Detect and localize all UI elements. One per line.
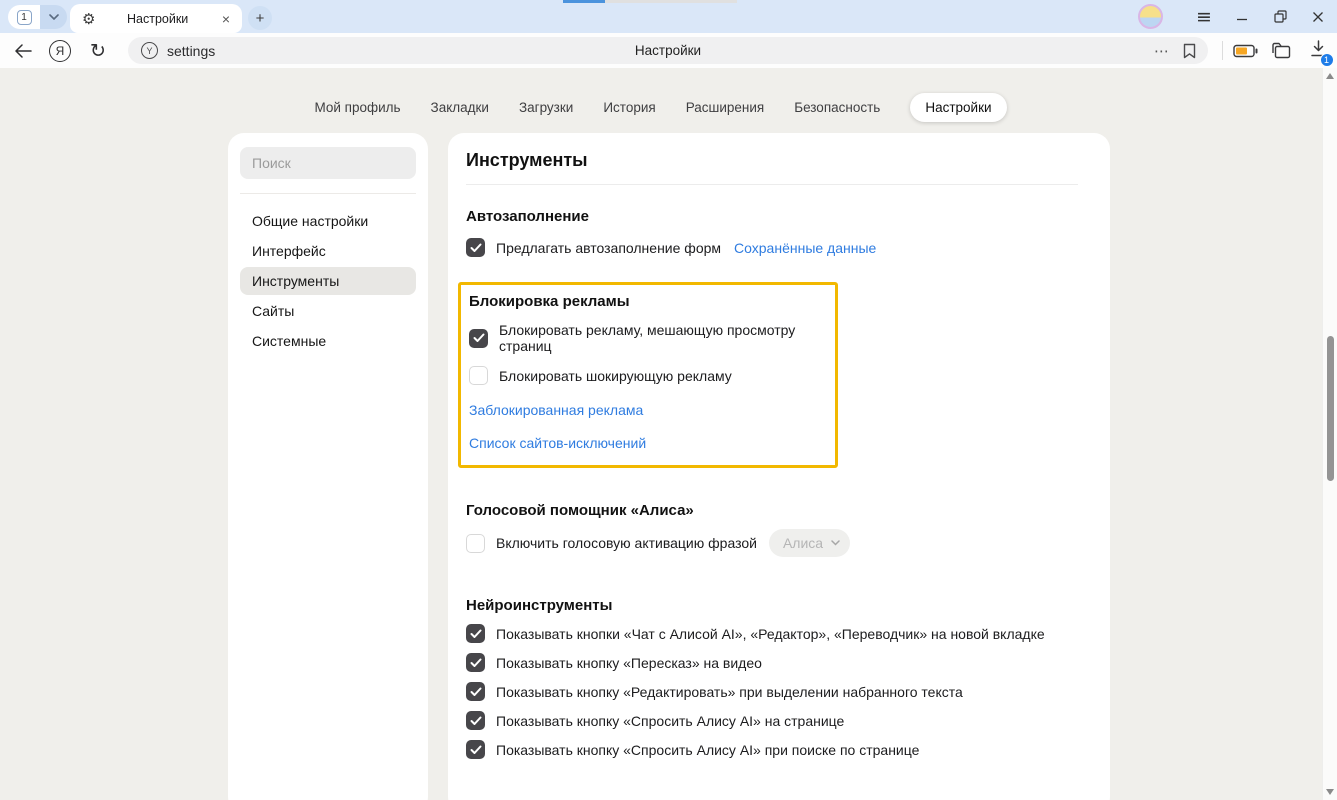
sidebar-item-tools[interactable]: Инструменты [240,267,416,295]
adblock-highlight-box: Блокировка рекламы Блокировать рекламу, … [458,282,838,468]
sidebar-item-general[interactable]: Общие настройки [240,206,416,236]
adblock-shocking-label: Блокировать шокирующую рекламу [499,368,732,384]
tab-loading-track [605,0,737,3]
sidebar-item-system[interactable]: Системные [240,326,416,356]
title-divider [466,184,1078,185]
nav-tab-security[interactable]: Безопасность [794,93,880,122]
more-actions-icon[interactable]: ⋯ [1154,42,1169,60]
alice-phrase-dropdown[interactable]: Алиса [769,529,850,557]
tab-count-badge: 1 [17,10,32,25]
yandex-logo-icon: Я [49,40,71,62]
close-window-button[interactable] [1299,0,1337,33]
hamburger-icon: ≡ [1196,6,1212,28]
neuro-ask-alice-search-checkbox[interactable] [466,740,485,759]
adblock-intrusive-checkbox[interactable] [469,329,488,348]
reload-button[interactable]: ↻ [84,33,112,68]
nav-tab-history[interactable]: История [603,93,655,122]
check-icon [470,716,482,726]
chevron-down-icon [831,540,840,546]
nav-tab-profile[interactable]: Мой профиль [314,93,400,122]
check-icon [473,333,485,343]
blocked-ads-link[interactable]: Заблокированная реклама [469,402,825,418]
reload-icon: ↻ [90,40,106,62]
neuro-edit-selection-checkbox[interactable] [466,682,485,701]
collections-button[interactable] [1266,33,1296,68]
battery-saver-button[interactable] [1230,33,1260,68]
address-bar[interactable]: Y settings Настройки ⋯ [128,37,1208,64]
check-icon [470,658,482,668]
collections-icon [1271,42,1291,59]
settings-content: Инструменты Автозаполнение Предлагать ав… [448,133,1110,800]
menu-button[interactable]: ≡ [1185,0,1223,33]
search-input[interactable] [240,147,416,179]
restore-icon [1274,10,1287,23]
sidebar-item-sites[interactable]: Сайты [240,296,416,326]
check-icon [470,629,482,639]
scroll-up-arrow[interactable] [1326,73,1334,79]
avatar[interactable] [1138,4,1163,29]
new-tab-button[interactable]: + [248,6,272,30]
minimize-icon [1236,11,1248,23]
check-icon [470,687,482,697]
close-icon [1312,11,1324,23]
tab-close-icon[interactable]: × [220,11,232,27]
gear-icon: ⚙ [82,10,95,28]
address-url: settings [167,43,215,59]
alice-heading: Голосовой помощник «Алиса» [466,502,1078,519]
scroll-down-arrow[interactable] [1326,789,1334,795]
scrollbar-thumb[interactable] [1327,336,1334,481]
autofill-heading: Автозаполнение [466,208,1078,225]
nav-tab-downloads[interactable]: Загрузки [519,93,573,122]
adblock-intrusive-label: Блокировать рекламу, мешающую просмотру … [499,322,825,354]
nav-tab-bookmarks[interactable]: Закладки [431,93,489,122]
check-icon [470,745,482,755]
bookmark-icon[interactable] [1183,43,1196,59]
toolbar-divider [1222,41,1223,60]
alice-activation-label: Включить голосовую активацию фразой [496,535,757,551]
saved-data-link[interactable]: Сохранённые данные [734,240,876,256]
settings-nav: Мой профиль Закладки Загрузки История Ра… [0,93,1321,122]
tab-strip: 1 ⚙ Настройки × + ≡ [0,0,1337,33]
page-title: Инструменты [466,133,1078,171]
alice-activation-checkbox[interactable] [466,534,485,553]
autofill-checkbox[interactable] [466,238,485,257]
back-button[interactable] [10,33,36,68]
autofill-checkbox-label: Предлагать автозаполнение форм [496,240,721,256]
check-icon [470,243,482,253]
tab-counter[interactable]: 1 [8,5,67,29]
download-count-badge: 1 [1320,53,1334,67]
address-page-title: Настройки [128,43,1208,58]
neuro-newtab-buttons-checkbox[interactable] [466,624,485,643]
adblock-shocking-checkbox[interactable] [469,366,488,385]
neuro-heading: Нейроинструменты [466,597,1078,614]
tab-list-dropdown[interactable] [40,5,67,29]
sidebar-divider [240,193,416,194]
nav-tab-settings[interactable]: Настройки [910,93,1006,122]
battery-icon [1233,44,1258,58]
tab-counter-button[interactable]: 1 [8,5,40,29]
neuro-ask-alice-page-checkbox[interactable] [466,711,485,730]
nav-tab-extensions[interactable]: Расширения [686,93,765,122]
tab-title: Настройки [95,12,219,26]
browser-tab-settings[interactable]: ⚙ Настройки × [70,4,242,33]
settings-sidebar: Общие настройки Интерфейс Инструменты Са… [228,133,428,800]
tab-loading-progress [563,0,605,3]
toolbar: Я ↻ Y settings Настройки ⋯ 1 [0,33,1337,68]
page-scrollbar[interactable] [1322,68,1337,800]
plus-icon: + [256,10,265,27]
chevron-down-icon [49,14,59,20]
sidebar-item-interface[interactable]: Интерфейс [240,236,416,266]
minimize-button[interactable] [1223,0,1261,33]
exception-sites-link[interactable]: Список сайтов-исключений [469,435,825,451]
yandex-home-button[interactable]: Я [46,33,74,68]
back-arrow-icon [14,44,32,58]
downloads-button[interactable]: 1 [1302,33,1334,68]
alice-phrase-value: Алиса [783,535,823,551]
restore-button[interactable] [1261,0,1299,33]
adblock-heading: Блокировка рекламы [469,293,825,310]
neuro-video-summary-checkbox[interactable] [466,653,485,672]
protect-icon: Y [141,42,158,59]
